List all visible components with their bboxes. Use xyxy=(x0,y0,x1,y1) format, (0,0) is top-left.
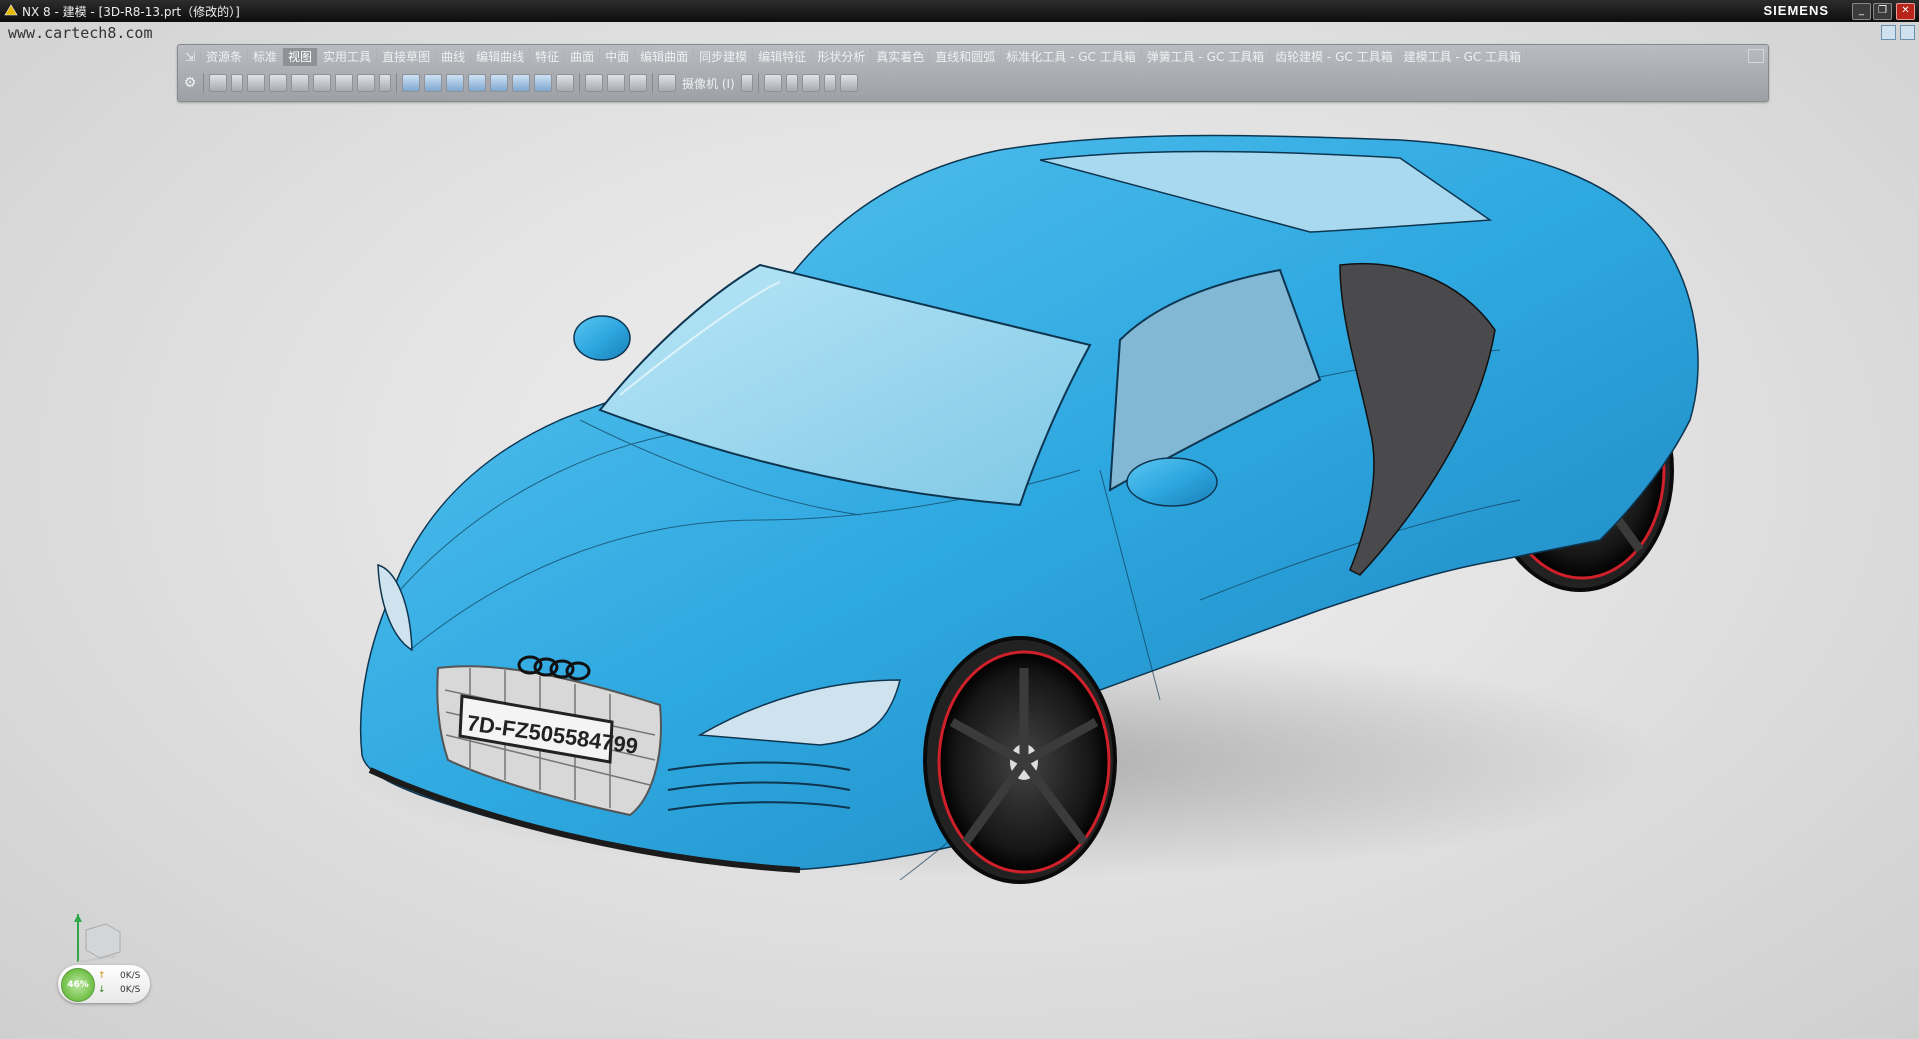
tab-11[interactable]: 同步建模 xyxy=(694,48,754,66)
rotate-icon[interactable] xyxy=(313,74,331,92)
tab-15[interactable]: 直线和圆弧 xyxy=(930,48,1002,66)
separator xyxy=(396,73,397,93)
watermark-text: www.cartech8.com xyxy=(8,24,153,42)
tab-14[interactable]: 真实着色 xyxy=(871,48,931,66)
toolbar-dock: ⇲ 资源条 标准 视图 实用工具 直接草图 曲线 编辑曲线 特征 曲面 中面 编辑曲面 同步建模 编辑特… xyxy=(177,44,1769,102)
left-mirror xyxy=(573,315,631,361)
tab-13[interactable]: 形状分析 xyxy=(812,48,872,66)
tab-8[interactable]: 曲面 xyxy=(565,48,601,66)
tab-18[interactable]: 齿轮建模 - GC 工具箱 xyxy=(1270,48,1399,66)
zoom-icon[interactable] xyxy=(269,74,287,92)
car-model[interactable]: 7D-FZ505584799 xyxy=(340,134,1699,884)
dropdown-arrow-icon[interactable] xyxy=(823,74,836,92)
front-wheel[interactable] xyxy=(923,636,1117,884)
move-object-icon[interactable] xyxy=(839,74,858,92)
separator xyxy=(579,73,580,93)
tab-10[interactable]: 编辑曲面 xyxy=(635,48,695,66)
tab-17[interactable]: 弹簧工具 - GC 工具箱 xyxy=(1142,48,1271,66)
section-view-icon[interactable] xyxy=(585,74,603,92)
right-dock-icons xyxy=(1877,25,1915,43)
tab-7[interactable]: 特征 xyxy=(530,48,566,66)
close-button[interactable]: ✕ xyxy=(1896,3,1915,20)
triad-cube-icon xyxy=(85,923,121,959)
right-mirror xyxy=(1126,457,1218,507)
network-speed-widget: 46% ↑ ↓ 0K/S 0K/S xyxy=(58,965,150,1003)
camera-icon[interactable] xyxy=(357,74,375,92)
perspective-icon[interactable] xyxy=(335,74,353,92)
view-triad[interactable] xyxy=(58,904,128,972)
layer-settings-icon[interactable] xyxy=(801,74,820,92)
fullscreen-icon[interactable] xyxy=(1900,25,1915,40)
zoom-window-icon[interactable] xyxy=(247,74,265,92)
view-toolbar: ⚙ 摄像机 (I) xyxy=(180,69,1764,97)
shaded-with-edges-icon[interactable] xyxy=(402,74,420,92)
tab-2[interactable]: 视图 xyxy=(283,48,319,66)
separator xyxy=(757,73,759,93)
tab-1[interactable]: 标准 xyxy=(248,48,284,66)
partially-shaded-icon[interactable] xyxy=(534,74,552,92)
tab-12[interactable]: 编辑特征 xyxy=(753,48,813,66)
tab-16[interactable]: 标准化工具 - GC 工具箱 xyxy=(1001,48,1142,66)
dropdown-arrow-icon[interactable] xyxy=(785,74,798,92)
toolbar-tabs: ⇲ 资源条 标准 视图 实用工具 直接草图 曲线 编辑曲线 特征 曲面 中面 编辑曲面 同步建模 编辑特… xyxy=(180,47,1764,67)
window-title: NX 8 - 建模 - [3D-R8-13.prt（修改的）] xyxy=(22,5,240,19)
tab-0[interactable]: 资源条 xyxy=(201,48,249,66)
dropdown-arrow-icon[interactable] xyxy=(231,74,243,92)
resource-bar-icon[interactable] xyxy=(1881,25,1896,40)
dropdown-arrow-icon[interactable] xyxy=(740,74,753,92)
studio-icon[interactable] xyxy=(490,74,508,92)
nx-app-icon[interactable] xyxy=(4,3,18,17)
edit-section-icon[interactable] xyxy=(607,74,625,92)
background-icon[interactable] xyxy=(658,74,676,92)
show-hide-icon[interactable] xyxy=(763,74,782,92)
restore-button[interactable]: ❐ xyxy=(1873,3,1892,20)
download-arrow-icon: ↓ xyxy=(98,985,106,995)
y-arrow xyxy=(74,914,82,922)
toolbar-grip-icon[interactable]: ⇲ xyxy=(180,48,201,66)
upload-speed: 0K/S xyxy=(120,971,141,981)
tab-4[interactable]: 直接草图 xyxy=(377,48,437,66)
dropdown-arrow-icon[interactable] xyxy=(379,74,391,92)
download-speed: 0K/S xyxy=(120,985,141,995)
shaded-icon[interactable] xyxy=(424,74,442,92)
fit-view-icon[interactable] xyxy=(209,74,227,92)
toolbar-options-icon[interactable] xyxy=(1748,49,1764,63)
x-axis xyxy=(77,955,117,963)
cpu-percent: 46% xyxy=(61,968,95,1002)
graphics-viewport[interactable]: 7D-FZ505584799 xyxy=(0,100,1919,1039)
separator xyxy=(203,73,204,93)
camera-dropdown[interactable]: 摄像机 (I) xyxy=(682,75,735,92)
wireframe-icon[interactable] xyxy=(446,74,464,92)
siemens-brand: SIEMENS xyxy=(1763,3,1829,18)
tab-3[interactable]: 实用工具 xyxy=(318,48,378,66)
hidden-edges-icon[interactable] xyxy=(468,74,486,92)
face-analysis-icon[interactable] xyxy=(512,74,530,92)
separator xyxy=(652,73,653,93)
minimize-button[interactable]: _ xyxy=(1852,3,1871,20)
tab-19[interactable]: 建模工具 - GC 工具箱 xyxy=(1399,48,1528,66)
tab-6[interactable]: 编辑曲线 xyxy=(471,48,531,66)
upload-arrow-icon: ↑ xyxy=(98,971,106,981)
gear-icon[interactable]: ⚙ xyxy=(180,73,200,93)
true-shading-icon[interactable] xyxy=(556,74,574,92)
tab-9[interactable]: 中面 xyxy=(600,48,636,66)
pan-icon[interactable] xyxy=(291,74,309,92)
clip-section-icon[interactable] xyxy=(629,74,647,92)
window-titlebar: NX 8 - 建模 - [3D-R8-13.prt（修改的）] SIEMENS … xyxy=(0,0,1919,22)
tab-5[interactable]: 曲线 xyxy=(436,48,472,66)
